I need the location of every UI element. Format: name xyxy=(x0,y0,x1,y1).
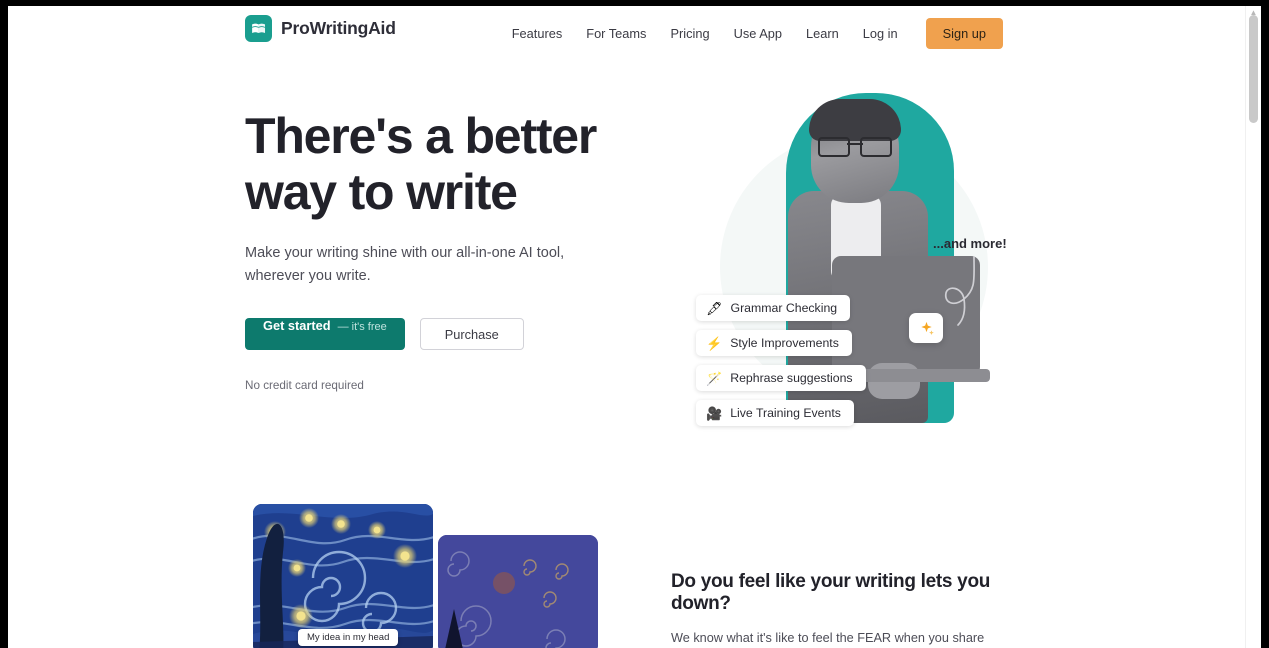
magic-wand-icon: 🪄 xyxy=(706,370,723,386)
section-body: We know what it's like to feel the FEAR … xyxy=(671,631,985,645)
feature-pill-label: Live Training Events xyxy=(730,406,841,420)
nav-link-learn[interactable]: Learn xyxy=(794,20,851,47)
feature-pill-list: 🖋 Grammar Checking ⚡ Style Improvements … xyxy=(696,295,866,435)
feature-pill-live-training-events[interactable]: 🎥 Live Training Events xyxy=(696,400,854,426)
glasses-right-lens xyxy=(860,137,892,157)
brand-logo[interactable]: ProWritingAid xyxy=(245,15,396,42)
hero-art-person-hair xyxy=(809,99,901,141)
hero-heading-line-2: way to write xyxy=(245,164,518,220)
site-header: ProWritingAid Features For Teams Pricing… xyxy=(8,6,1246,63)
section-copy: Do you feel like your writing lets you d… xyxy=(671,571,1016,648)
feature-pill-label: Grammar Checking xyxy=(730,301,838,315)
nav-link-use-app[interactable]: Use App xyxy=(722,20,794,47)
starry-night-caption: My idea in my head xyxy=(298,629,399,646)
page-scrollbar[interactable]: ▲ xyxy=(1245,6,1261,648)
hero-cta-row: Get started — it's free Purchase xyxy=(245,318,615,350)
lightning-bolt-icon: ⚡ xyxy=(706,335,723,351)
blue-panel-doodles xyxy=(438,535,598,648)
curly-arrow-icon xyxy=(944,256,975,326)
glasses-left-lens xyxy=(818,137,850,157)
get-started-sublabel: — it's free xyxy=(337,321,387,333)
nav-link-for-teams[interactable]: For Teams xyxy=(574,20,658,47)
feature-pill-label: Rephrase suggestions xyxy=(730,371,853,385)
feather-pen-icon: 🖋 xyxy=(706,300,723,316)
nav-link-pricing[interactable]: Pricing xyxy=(658,20,721,47)
starry-night-artwork xyxy=(253,504,433,648)
book-pages-icon xyxy=(245,15,272,42)
no-credit-card-note: No credit card required xyxy=(245,379,364,392)
feature-pill-rephrase-suggestions[interactable]: 🪄 Rephrase suggestions xyxy=(696,365,866,391)
brand-name: ProWritingAid xyxy=(281,18,396,38)
sign-up-button[interactable]: Sign up xyxy=(925,18,1003,49)
page-canvas: ProWritingAid Features For Teams Pricing… xyxy=(8,6,1261,648)
feature-pill-grammar-checking[interactable]: 🖋 Grammar Checking xyxy=(696,295,851,321)
hero-copy: There's a better way to write Make your … xyxy=(245,108,615,404)
main-navigation: Features For Teams Pricing Use App Learn… xyxy=(500,18,1003,49)
nav-link-log-in[interactable]: Log in xyxy=(851,20,910,47)
hero-subheading: Make your writing shine with our all-in-… xyxy=(245,245,565,284)
hero-heading: There's a better way to write xyxy=(245,108,615,220)
scrollbar-thumb[interactable] xyxy=(1249,15,1258,123)
and-more-label: ...and more! xyxy=(933,236,1007,251)
browser-viewport-frame: ProWritingAid Features For Teams Pricing… xyxy=(0,0,1269,648)
hero-illustration: ...and more! 🖋 Grammar Checking ⚡ Style … xyxy=(668,73,1028,453)
starry-night-illustration-card: My idea in my head xyxy=(253,504,433,648)
purchase-button[interactable]: Purchase xyxy=(419,318,524,350)
hero-heading-line-1: There's a better xyxy=(245,108,597,164)
movie-camera-icon: 🎥 xyxy=(706,405,723,421)
get-started-button[interactable]: Get started — it's free xyxy=(245,318,405,350)
feature-pill-label: Style Improvements xyxy=(730,336,839,350)
feature-pill-style-improvements[interactable]: ⚡ Style Improvements xyxy=(696,330,852,356)
writing-lets-you-down-section: My idea in my head Do you feel like your… xyxy=(8,483,1246,648)
section-heading: Do you feel like your writing lets you d… xyxy=(671,571,991,614)
flat-blue-illustration-card xyxy=(438,535,598,648)
hero-art-glasses xyxy=(818,137,892,157)
get-started-label: Get started xyxy=(263,318,331,333)
sparkles-icon xyxy=(909,313,943,343)
hero-section: There's a better way to write Make your … xyxy=(8,63,1246,483)
nav-link-features[interactable]: Features xyxy=(500,20,575,47)
